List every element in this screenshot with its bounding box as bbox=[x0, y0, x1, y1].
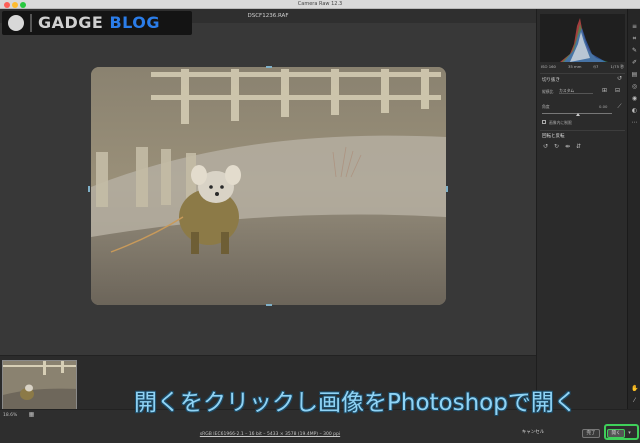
lock-ratio-icon[interactable]: ⊞ bbox=[601, 87, 608, 94]
edit-icon[interactable]: ≡ bbox=[631, 23, 638, 30]
adjustment-brush-icon[interactable]: ✐ bbox=[631, 59, 638, 66]
angle-slider-knob[interactable] bbox=[576, 113, 580, 116]
logo-circle-icon bbox=[8, 15, 24, 31]
title-bar: Camera Raw 12.3 bbox=[0, 0, 640, 9]
aperture-value: f/7 bbox=[593, 64, 599, 69]
rotate-left-icon[interactable]: ↺ bbox=[542, 143, 549, 150]
image-canvas[interactable] bbox=[0, 23, 536, 355]
angle-value[interactable]: 0.00 bbox=[599, 104, 607, 109]
crop-handle-right[interactable] bbox=[446, 186, 448, 192]
healing-brush-icon[interactable]: ✎ bbox=[631, 47, 638, 54]
panel-divider bbox=[540, 73, 625, 74]
hand-tool-icon[interactable]: ✋ bbox=[631, 385, 638, 392]
histogram bbox=[540, 14, 625, 62]
straighten-tool-icon[interactable]: ⟋ bbox=[616, 103, 623, 110]
sampler-icon[interactable]: ⁄ bbox=[631, 397, 638, 404]
crop-section-title: 切り抜き bbox=[542, 78, 560, 83]
logo-text-accent: BLOG bbox=[109, 13, 160, 32]
constrain-to-image-checkbox[interactable] bbox=[542, 120, 546, 124]
iso-value: ISO 160 bbox=[541, 64, 556, 69]
shutter-value: 1/75 秒 bbox=[610, 64, 624, 69]
constrain-to-image-label: 画像内に制限 bbox=[549, 120, 572, 125]
app-title: Camera Raw 12.3 bbox=[297, 1, 343, 7]
gadge-blog-logo: GADGE BLOG bbox=[2, 11, 192, 35]
crop-handle-bottom[interactable] bbox=[266, 304, 272, 306]
camera-raw-window: Camera Raw 12.3 DSCF1236.RAF ⤓ ⚙ bbox=[0, 0, 640, 443]
filmstrip-toggle-icon[interactable]: ▦ bbox=[28, 411, 35, 418]
dog-photo-image bbox=[91, 67, 446, 305]
right-panel: ISO 160 35 mm f/7 1/75 秒 切り抜き ↺ 縦横比 カスタム… bbox=[536, 9, 627, 409]
logo-divider bbox=[30, 14, 32, 32]
cancel-button[interactable]: キャンセル bbox=[518, 429, 548, 438]
aspect-ratio-label: 縦横比 bbox=[542, 89, 554, 94]
crop-icon[interactable]: ⌗ bbox=[631, 35, 638, 42]
graduated-filter-icon[interactable]: ▤ bbox=[631, 71, 638, 78]
thumbnail-image bbox=[3, 361, 76, 409]
custom-ratio-icon[interactable]: ⊟ bbox=[614, 87, 621, 94]
camera-metadata: ISO 160 35 mm f/7 1/75 秒 bbox=[540, 64, 625, 72]
tutorial-caption: 開くをクリックし画像をPhotoshopで開く bbox=[134, 390, 577, 416]
flip-vertical-icon[interactable]: ⇵ bbox=[575, 143, 582, 150]
flip-horizontal-icon[interactable]: ⇹ bbox=[564, 143, 571, 150]
rotate-right-icon[interactable]: ↻ bbox=[553, 143, 560, 150]
histogram-graph bbox=[560, 18, 608, 62]
zoom-level[interactable]: 18.6% bbox=[3, 413, 17, 418]
crop-handle-top[interactable] bbox=[266, 66, 272, 68]
open-button-highlight bbox=[604, 424, 639, 440]
filmstrip-thumbnail[interactable] bbox=[2, 360, 77, 410]
done-button[interactable]: 完了 bbox=[582, 429, 600, 438]
angle-label: 角度 bbox=[542, 104, 550, 109]
red-eye-icon[interactable]: ◉ bbox=[631, 95, 638, 102]
logo-text-main: GADGE bbox=[38, 13, 110, 32]
presets-icon[interactable]: ◐ bbox=[631, 107, 638, 114]
aspect-ratio-select[interactable]: カスタム bbox=[559, 88, 593, 94]
rotate-section-title: 回転と反転 bbox=[542, 134, 565, 139]
more-icon[interactable]: ⋯ bbox=[631, 119, 638, 126]
workflow-options-link[interactable]: sRGB IEC61966-2.1 – 16 bit – 5433 × 3578… bbox=[0, 432, 540, 437]
focal-length-value: 35 mm bbox=[567, 64, 582, 69]
crop-handle-left[interactable] bbox=[88, 186, 90, 192]
photo-preview[interactable] bbox=[91, 67, 446, 305]
logo-text: GADGE BLOG bbox=[38, 13, 160, 33]
radial-filter-icon[interactable]: ◎ bbox=[631, 83, 638, 90]
reset-icon[interactable]: ↺ bbox=[616, 75, 623, 82]
panel-divider-2 bbox=[540, 130, 625, 131]
tool-strip: ≡ ⌗ ✎ ✐ ▤ ◎ ◉ ◐ ⋯ ✋ ⁄ bbox=[627, 9, 640, 409]
